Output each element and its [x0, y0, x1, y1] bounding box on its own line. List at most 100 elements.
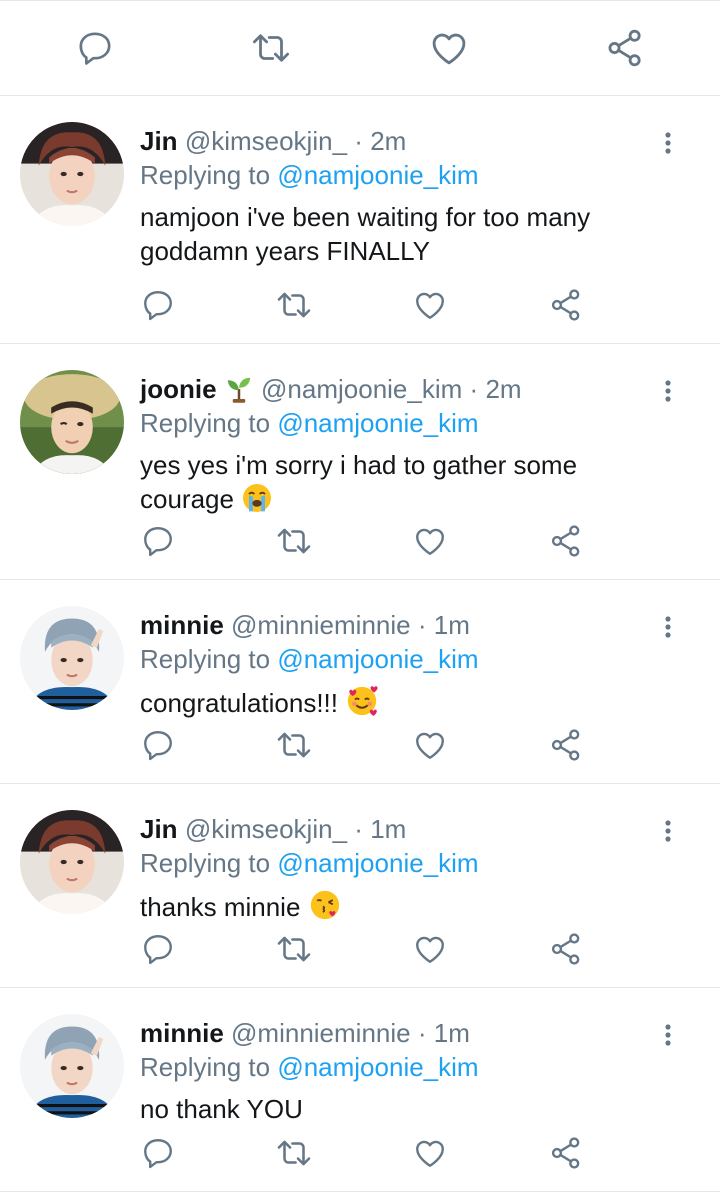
- like-button[interactable]: [426, 25, 472, 71]
- replying-to-label: Replying to: [140, 408, 271, 438]
- share-button[interactable]: [546, 521, 586, 561]
- share-icon: [548, 523, 584, 559]
- more-options-button[interactable]: [656, 814, 680, 848]
- reply-icon: [140, 523, 176, 559]
- more-vertical-icon: [664, 1023, 672, 1047]
- loudly-crying-emoji: [243, 484, 272, 512]
- tweet-5[interactable]: minnie @minnieminnie · 1m Replying to @n…: [0, 988, 720, 1192]
- like-button[interactable]: [410, 521, 450, 561]
- tweet-actions: [0, 285, 720, 325]
- display-name[interactable]: Jin: [140, 814, 178, 844]
- retweet-button[interactable]: [274, 1133, 314, 1173]
- like-button[interactable]: [410, 1133, 450, 1173]
- avatar[interactable]: [20, 122, 124, 226]
- user-handle[interactable]: @minnieminnie: [231, 610, 411, 640]
- like-icon: [412, 931, 448, 967]
- more-options-button[interactable]: [656, 374, 680, 408]
- share-icon: [548, 287, 584, 323]
- tweet-header: minnie @minnieminnie · 1m: [140, 1016, 660, 1050]
- tweet-action-bar: [0, 0, 720, 96]
- retweet-button[interactable]: [274, 285, 314, 325]
- tweet-text-body: namjoon i've been waiting for too many g…: [140, 202, 591, 266]
- tweet-text: yes yes i'm sorry i had to gather some c…: [140, 448, 660, 516]
- reply-button[interactable]: [138, 725, 178, 765]
- reply-button[interactable]: [138, 521, 178, 561]
- reply-button[interactable]: [138, 285, 178, 325]
- reply-button[interactable]: [138, 1133, 178, 1173]
- user-handle[interactable]: @kimseokjin_: [185, 814, 347, 844]
- reply-icon: [140, 1135, 176, 1171]
- separator-dot: ·: [417, 610, 427, 640]
- avatar[interactable]: [20, 810, 124, 914]
- timestamp[interactable]: 2m: [485, 374, 521, 404]
- user-handle[interactable]: @kimseokjin_: [185, 126, 347, 156]
- like-icon: [412, 1135, 448, 1171]
- timestamp[interactable]: 1m: [434, 1018, 470, 1048]
- replying-to-link[interactable]: @namjoonie_kim: [277, 160, 478, 190]
- like-icon: [412, 727, 448, 763]
- tweet-2[interactable]: joonie @namjoonie_kim · 2m Replying to @…: [0, 344, 720, 580]
- tweet-text: namjoon i've been waiting for too many g…: [140, 200, 660, 268]
- tweet-content: Jin @kimseokjin_ · 2m Replying to @namjo…: [140, 124, 660, 268]
- timestamp[interactable]: 1m: [370, 814, 406, 844]
- replying-to-label: Replying to: [140, 160, 271, 190]
- more-vertical-icon: [664, 615, 672, 639]
- user-handle[interactable]: @minnieminnie: [231, 1018, 411, 1048]
- retweet-button[interactable]: [274, 725, 314, 765]
- share-button[interactable]: [602, 25, 648, 71]
- retweet-icon: [275, 286, 313, 324]
- share-icon: [548, 727, 584, 763]
- replying-to-link[interactable]: @namjoonie_kim: [277, 644, 478, 674]
- replying-to-link[interactable]: @namjoonie_kim: [277, 848, 478, 878]
- separator-dot: ·: [354, 814, 363, 844]
- tweet-header: minnie @minnieminnie · 1m: [140, 608, 660, 642]
- reply-icon: [79, 32, 111, 65]
- retweet-button[interactable]: [274, 929, 314, 969]
- display-name[interactable]: minnie: [140, 610, 224, 640]
- avatar[interactable]: [20, 370, 124, 474]
- share-icon: [608, 29, 641, 67]
- tweet-text-body: yes yes i'm sorry i had to gather some c…: [140, 450, 578, 514]
- more-vertical-icon: [664, 131, 672, 155]
- replying-to: Replying to @namjoonie_kim: [140, 846, 660, 880]
- like-button[interactable]: [410, 725, 450, 765]
- timestamp[interactable]: 2m: [370, 126, 406, 156]
- reply-icon: [140, 931, 176, 967]
- replying-to-label: Replying to: [140, 1052, 271, 1082]
- reply-button[interactable]: [138, 929, 178, 969]
- avatar[interactable]: [20, 1014, 124, 1118]
- share-button[interactable]: [546, 929, 586, 969]
- retweet-button[interactable]: [248, 25, 294, 71]
- user-handle[interactable]: @namjoonie_kim: [261, 374, 462, 404]
- tweet-text-body: thanks minnie: [140, 892, 301, 922]
- like-button[interactable]: [410, 929, 450, 969]
- share-button[interactable]: [546, 725, 586, 765]
- retweet-icon: [275, 726, 313, 764]
- tweet-header: Jin @kimseokjin_ · 1m: [140, 812, 660, 846]
- share-icon: [548, 1135, 584, 1171]
- display-name[interactable]: Jin: [140, 126, 178, 156]
- timestamp[interactable]: 1m: [434, 610, 470, 640]
- tweet-text: congratulations!!!: [140, 684, 660, 720]
- tweet-actions: [0, 929, 720, 969]
- retweet-button[interactable]: [274, 521, 314, 561]
- avatar[interactable]: [20, 606, 124, 710]
- more-options-button[interactable]: [656, 1018, 680, 1052]
- separator-dot: ·: [354, 126, 363, 156]
- tweet-1[interactable]: Jin @kimseokjin_ · 2m Replying to @namjo…: [0, 96, 720, 344]
- more-options-button[interactable]: [656, 610, 680, 644]
- display-name[interactable]: joonie: [140, 374, 217, 404]
- share-button[interactable]: [546, 1133, 586, 1173]
- reply-button[interactable]: [72, 25, 118, 71]
- more-options-button[interactable]: [656, 126, 680, 160]
- like-button[interactable]: [410, 285, 450, 325]
- display-name[interactable]: minnie: [140, 1018, 224, 1048]
- separator-dot: ·: [417, 1018, 427, 1048]
- tweet-3[interactable]: minnie @minnieminnie · 1m Replying to @n…: [0, 580, 720, 784]
- retweet-icon: [275, 522, 313, 560]
- replying-to-link[interactable]: @namjoonie_kim: [277, 1052, 478, 1082]
- tweet-text-body: no thank YOU: [140, 1094, 303, 1124]
- tweet-4[interactable]: Jin @kimseokjin_ · 1m Replying to @namjo…: [0, 784, 720, 988]
- replying-to-link[interactable]: @namjoonie_kim: [277, 408, 478, 438]
- share-button[interactable]: [546, 285, 586, 325]
